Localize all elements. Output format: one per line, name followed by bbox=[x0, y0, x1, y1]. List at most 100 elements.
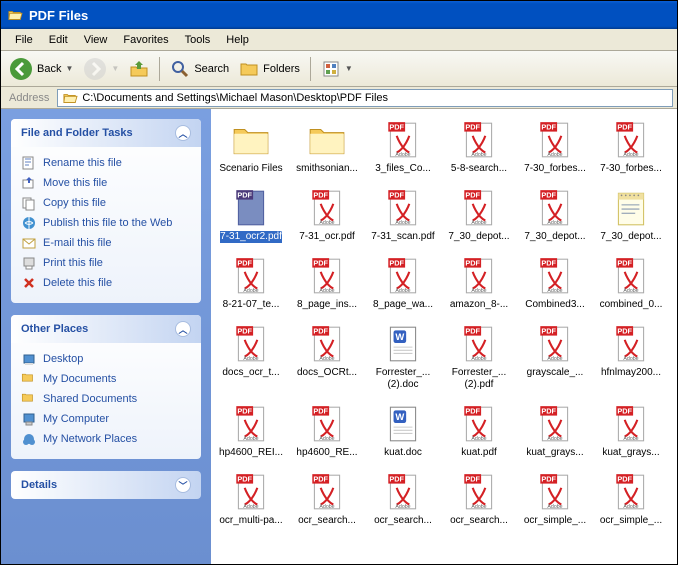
panel-tasks-header[interactable]: File and Folder Tasks ︿ bbox=[11, 119, 201, 147]
file-item[interactable]: 8_page_wa... bbox=[367, 253, 439, 313]
place-item[interactable]: Desktop bbox=[21, 349, 191, 369]
file-item[interactable]: ocr_simple_... bbox=[519, 469, 591, 529]
file-item[interactable]: Combined3... bbox=[519, 253, 591, 313]
file-item[interactable]: 8_page_ins... bbox=[291, 253, 363, 313]
file-item[interactable]: 7-30_forbes... bbox=[595, 117, 667, 177]
file-item[interactable]: ocr_search... bbox=[443, 469, 515, 529]
file-item[interactable]: Forrester_...(2).pdf bbox=[443, 321, 515, 393]
place-label: Shared Documents bbox=[43, 393, 137, 405]
folders-button[interactable]: Folders bbox=[235, 57, 304, 81]
pdf-icon bbox=[458, 403, 500, 445]
file-label: ocr_search... bbox=[374, 515, 432, 527]
task-item[interactable]: Rename this file bbox=[21, 153, 191, 173]
chevron-up-icon: ︿ bbox=[175, 321, 191, 337]
task-item[interactable]: E-mail this file bbox=[21, 233, 191, 253]
search-button[interactable]: Search bbox=[166, 57, 233, 81]
file-item[interactable]: hp4600_REI... bbox=[215, 401, 287, 461]
place-icon bbox=[21, 371, 37, 387]
doc-icon bbox=[382, 403, 424, 445]
place-item[interactable]: My Computer bbox=[21, 409, 191, 429]
file-item[interactable]: kuat_grays... bbox=[595, 401, 667, 461]
file-label: ocr_simple_... bbox=[524, 515, 586, 527]
file-item[interactable]: hp4600_RE... bbox=[291, 401, 363, 461]
place-item[interactable]: My Network Places bbox=[21, 429, 191, 449]
pdf-icon bbox=[534, 119, 576, 161]
menu-help[interactable]: Help bbox=[218, 32, 257, 48]
file-label: 5-8-search... bbox=[451, 163, 507, 175]
task-item[interactable]: Delete this file bbox=[21, 273, 191, 293]
task-item[interactable]: Publish this file to the Web bbox=[21, 213, 191, 233]
file-item[interactable]: ocr_multi-pa... bbox=[215, 469, 287, 529]
address-input[interactable]: C:\Documents and Settings\Michael Mason\… bbox=[57, 89, 673, 107]
content: File and Folder Tasks ︿ Rename this file… bbox=[1, 109, 677, 564]
task-icon bbox=[21, 235, 37, 251]
task-item[interactable]: Move this file bbox=[21, 173, 191, 193]
file-item[interactable]: ocr_search... bbox=[291, 469, 363, 529]
menu-edit[interactable]: Edit bbox=[41, 32, 76, 48]
file-item[interactable]: smithsonian... bbox=[291, 117, 363, 177]
file-item[interactable]: 7-31_ocr2.pdf bbox=[215, 185, 287, 245]
file-item[interactable]: docs_OCRt... bbox=[291, 321, 363, 393]
file-item[interactable]: 7_30_depot... bbox=[595, 185, 667, 245]
menu-view[interactable]: View bbox=[76, 32, 116, 48]
file-item[interactable]: kuat.doc bbox=[367, 401, 439, 461]
file-item[interactable]: ocr_search... bbox=[367, 469, 439, 529]
pdf-icon bbox=[610, 471, 652, 513]
panel-places-header[interactable]: Other Places ︿ bbox=[11, 315, 201, 343]
file-label: Forrester_... bbox=[452, 367, 506, 379]
file-item[interactable]: combined_0... bbox=[595, 253, 667, 313]
file-label: 7-30_forbes... bbox=[600, 163, 662, 175]
forward-button[interactable]: ▼ bbox=[79, 55, 123, 83]
file-item[interactable]: 5-8-search... bbox=[443, 117, 515, 177]
file-item[interactable]: ocr_simple_... bbox=[595, 469, 667, 529]
file-item[interactable]: docs_ocr_t... bbox=[215, 321, 287, 393]
file-item[interactable]: grayscale_... bbox=[519, 321, 591, 393]
pdf-icon bbox=[610, 119, 652, 161]
file-item[interactable]: Scenario Files bbox=[215, 117, 287, 177]
file-label: Scenario Files bbox=[219, 163, 282, 175]
file-item[interactable]: 7_30_depot... bbox=[519, 185, 591, 245]
pdf-icon bbox=[458, 471, 500, 513]
task-label: Rename this file bbox=[43, 157, 122, 169]
pdf-icon bbox=[382, 187, 424, 229]
file-label: 8_page_ins... bbox=[297, 299, 357, 311]
file-label: (2).pdf bbox=[465, 379, 494, 391]
pdf-icon bbox=[230, 403, 272, 445]
views-button[interactable]: ▼ bbox=[317, 57, 357, 81]
chevron-down-icon: ﹀ bbox=[175, 477, 191, 493]
folder-open-icon bbox=[62, 91, 78, 105]
panel-details-header[interactable]: Details ﹀ bbox=[11, 471, 201, 499]
file-item[interactable]: 8-21-07_te... bbox=[215, 253, 287, 313]
file-item[interactable]: 7-31_scan.pdf bbox=[367, 185, 439, 245]
file-view[interactable]: Scenario Files smithsonian... 3_files_Co..… bbox=[211, 109, 677, 564]
pdf-icon bbox=[610, 403, 652, 445]
file-item[interactable]: 7_30_depot... bbox=[443, 185, 515, 245]
up-icon bbox=[129, 59, 149, 79]
titlebar: PDF Files bbox=[1, 1, 677, 29]
pdf-icon bbox=[306, 187, 348, 229]
file-item[interactable]: 7-31_ocr.pdf bbox=[291, 185, 363, 245]
pdf-icon bbox=[534, 471, 576, 513]
task-item[interactable]: Print this file bbox=[21, 253, 191, 273]
folders-icon bbox=[239, 59, 259, 79]
file-item[interactable]: 3_files_Co... bbox=[367, 117, 439, 177]
place-item[interactable]: Shared Documents bbox=[21, 389, 191, 409]
place-item[interactable]: My Documents bbox=[21, 369, 191, 389]
pdf-icon bbox=[534, 323, 576, 365]
menu-favorites[interactable]: Favorites bbox=[115, 32, 176, 48]
file-item[interactable]: 7-30_forbes... bbox=[519, 117, 591, 177]
up-button[interactable] bbox=[125, 57, 153, 81]
file-item[interactable]: kuat_grays... bbox=[519, 401, 591, 461]
file-label: Forrester_... bbox=[376, 367, 430, 379]
file-item[interactable]: amazon_8-... bbox=[443, 253, 515, 313]
file-label: 3_files_Co... bbox=[375, 163, 431, 175]
back-button[interactable]: Back ▼ bbox=[5, 55, 77, 83]
task-item[interactable]: Copy this file bbox=[21, 193, 191, 213]
file-item[interactable]: kuat.pdf bbox=[443, 401, 515, 461]
menu-tools[interactable]: Tools bbox=[177, 32, 219, 48]
file-item[interactable]: Forrester_...(2).doc bbox=[367, 321, 439, 393]
menu-file[interactable]: File bbox=[7, 32, 41, 48]
file-item[interactable]: hfnlmay200... bbox=[595, 321, 667, 393]
pdf-icon bbox=[610, 323, 652, 365]
pdf-icon bbox=[306, 255, 348, 297]
